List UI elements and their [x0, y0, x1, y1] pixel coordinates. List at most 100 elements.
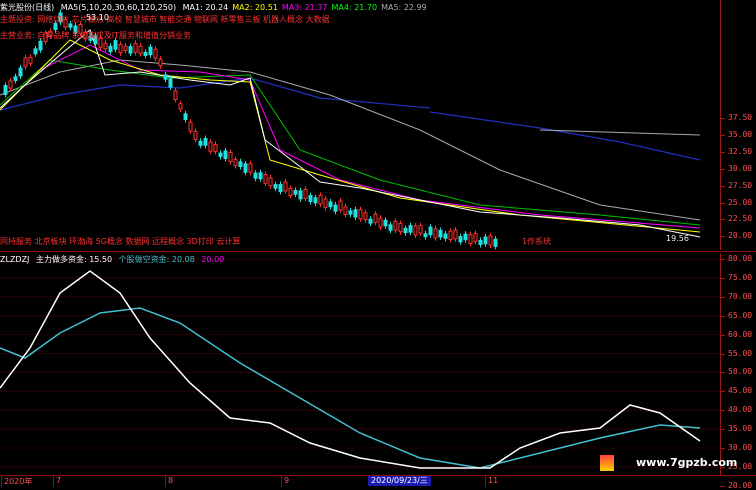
indicator-axis-tick-label: 45.00	[728, 386, 753, 396]
main-business-row: 主营业务: 自有品牌 系统集成及IT服务和增值分销业务	[0, 31, 192, 40]
candle-body	[238, 161, 243, 167]
time-axis-label: 2020年	[4, 477, 33, 486]
ma20-line	[0, 44, 701, 229]
time-axis: 2020年 7 8 9 11	[0, 476, 720, 487]
candle-body	[403, 227, 408, 234]
candle-body	[393, 220, 398, 231]
candle-body	[273, 184, 278, 189]
candle-body	[228, 151, 233, 162]
candle-body	[338, 200, 343, 211]
candle-body	[363, 212, 368, 221]
high-price-label: 53.10	[86, 13, 109, 22]
price-axis-tick-label: 25.00	[728, 197, 753, 207]
indicator-pane[interactable]	[0, 253, 720, 475]
time-axis-divider	[281, 476, 282, 487]
price-axis-tick-mark	[720, 118, 725, 119]
indicator-axis-tick-mark	[720, 296, 725, 298]
candle-body	[398, 222, 403, 233]
price-axis-tick-label: 27.50	[728, 180, 753, 190]
candle-body	[328, 201, 333, 208]
candle-body	[18, 67, 23, 77]
candle-body	[28, 56, 33, 64]
candle-body	[33, 48, 38, 55]
indicator-line2-label: 个股做空资金: 20.08	[118, 255, 195, 264]
indicator-axis-tick-label: 55.00	[728, 348, 753, 358]
indicator-name: ZLZDZJ	[0, 255, 30, 264]
candle-body	[158, 58, 163, 67]
candle-body	[408, 225, 413, 233]
candle-body	[488, 235, 493, 246]
candle-body	[423, 233, 428, 238]
price-axis-tick-label: 20.00	[728, 231, 753, 241]
indicator-axis-tick-mark	[720, 259, 725, 260]
ma-value-2: MA2: 20.51	[232, 3, 278, 12]
candle-body	[383, 219, 388, 227]
candle-body	[453, 229, 458, 240]
candle-body	[303, 188, 308, 199]
indicator-axis-tick-mark	[720, 372, 725, 374]
candle-body	[223, 150, 228, 160]
candle-body	[373, 213, 378, 223]
indicator-axis-tick-mark	[720, 277, 725, 279]
candle-body	[298, 190, 303, 200]
candle-body	[198, 140, 203, 146]
candle-body	[353, 209, 358, 218]
candle-body	[438, 229, 443, 238]
stock-name[interactable]: 紫光股份(日线)	[0, 3, 54, 12]
time-axis-divider	[53, 476, 54, 487]
candle-body	[23, 57, 28, 68]
indicator-axis-tick-label: 70.00	[728, 291, 753, 301]
indicator-axis-tick-mark	[720, 315, 725, 317]
candle-body	[118, 43, 123, 54]
price-header: 紫光股份(日线) MA5(5,10,20,30,60,120,250) MA1:…	[0, 2, 435, 13]
indicator-axis-tick-label: 50.00	[728, 367, 753, 377]
watermark-text: www.7gpzb.com	[636, 456, 738, 469]
indicator-axis-tick-mark	[720, 429, 725, 431]
candle-body	[358, 209, 363, 220]
candle-body	[418, 225, 423, 234]
candle-body	[293, 190, 298, 195]
candle-body	[378, 217, 383, 228]
indicator-chart[interactable]	[0, 253, 720, 475]
candle-body	[468, 234, 473, 245]
time-axis-divider	[485, 476, 486, 487]
candle-body	[233, 158, 238, 167]
candle-body	[128, 46, 133, 54]
indicator-axis-tick-mark	[720, 353, 725, 355]
candle-body	[213, 143, 218, 153]
candle-body	[318, 194, 323, 205]
candle-body	[168, 78, 173, 88]
price-axis-tick-mark	[720, 151, 725, 153]
price-axis-tick-label: 37.50	[728, 113, 753, 122]
price-axis: 37.50 35.00 32.50 30.00 27.50 25.00 22.50 20.00	[720, 0, 756, 250]
candle-body	[153, 48, 158, 59]
time-axis-divider	[1, 476, 2, 487]
candle-body	[283, 181, 288, 192]
ma60-line	[0, 59, 701, 221]
price-axis-tick-mark	[720, 185, 725, 187]
indicator-axis-tick-label: 30.00	[728, 443, 753, 452]
pane-separator	[0, 251, 756, 252]
candle-body	[8, 80, 13, 89]
candle-body	[323, 198, 328, 208]
concepts-row: 同持服务 北京板块 环渤海 5G概念 数据网 远程概念 3D打印 云计算	[0, 237, 241, 246]
candle-body	[208, 141, 213, 152]
indicator-axis-tick-label: 75.00	[728, 272, 753, 282]
ma-value-5: MA5: 22.99	[381, 3, 427, 12]
price-axis-line	[720, 0, 721, 250]
ma5-line	[0, 29, 701, 238]
price-axis-tick-mark	[720, 236, 725, 238]
candle-body	[263, 173, 268, 184]
price-axis-tick-mark	[720, 202, 725, 204]
candle-body	[493, 238, 498, 247]
indicator-axis-tick-label: 65.00	[728, 310, 753, 320]
indicator-axis-tick-mark	[720, 334, 725, 336]
indicator-axis-line	[720, 253, 721, 475]
candle-body	[188, 121, 193, 132]
indicator-axis-tick-mark	[720, 391, 725, 393]
candle-body	[193, 131, 198, 141]
price-axis-tick-mark	[720, 134, 725, 136]
candle-body	[123, 45, 128, 51]
indicator-axis-tick-mark	[720, 448, 725, 449]
indicator-axis-tick-mark	[720, 410, 725, 412]
